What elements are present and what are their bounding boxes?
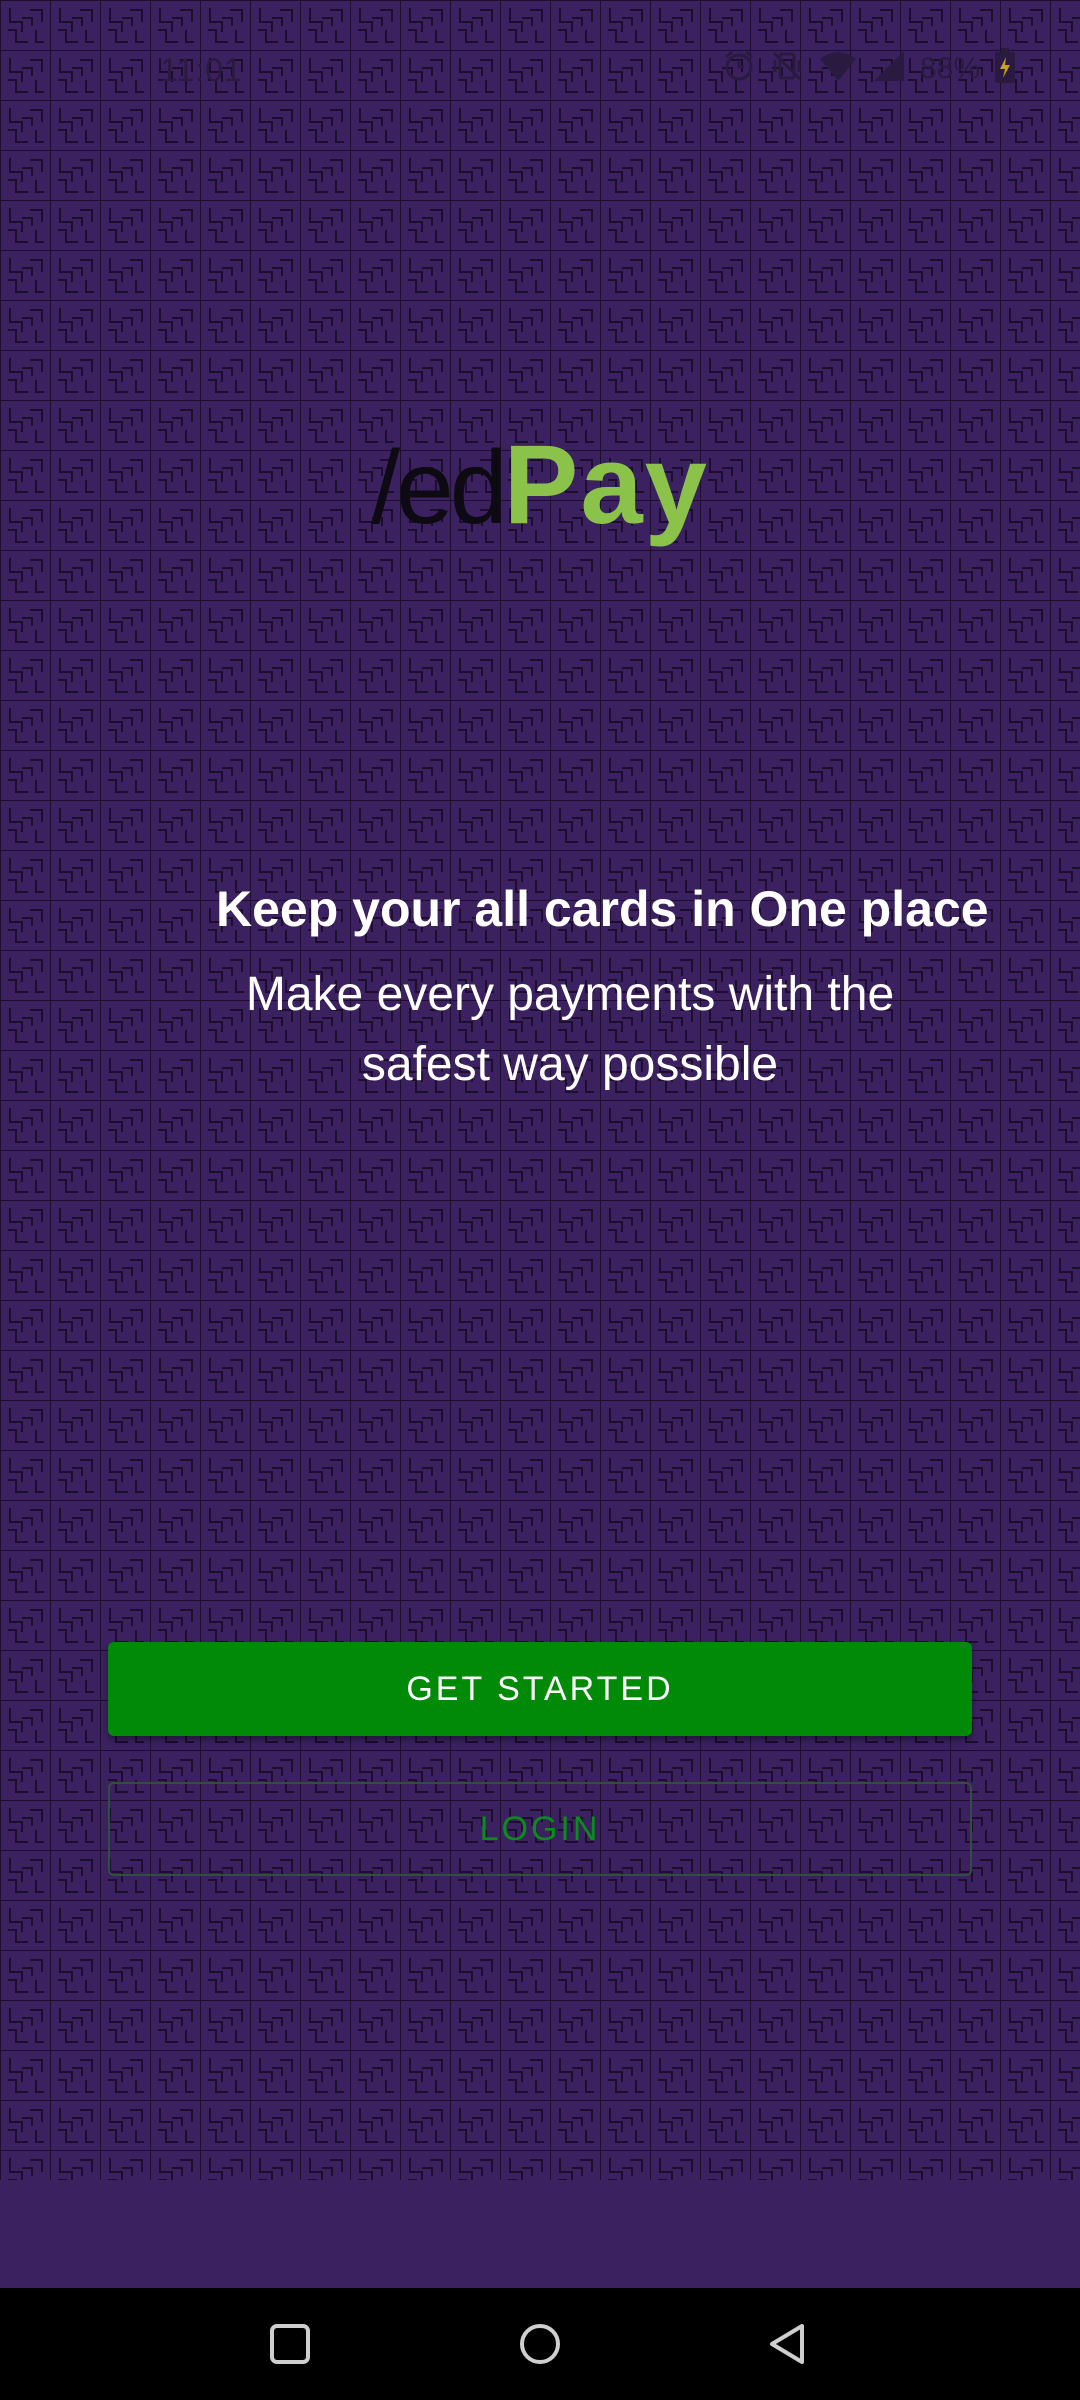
status-time: 11:01: [160, 52, 243, 88]
recent-apps-icon[interactable]: [250, 2308, 330, 2380]
navigation-bar: [0, 2288, 1080, 2400]
bottom-band: [0, 2180, 1080, 2288]
app-logo: /edPay: [0, 420, 1080, 549]
subline: Make every payments with the safest way …: [245, 968, 895, 1091]
back-icon[interactable]: [748, 2308, 828, 2380]
logo-prefix: /ed: [371, 430, 508, 546]
vibrate-icon: [770, 49, 804, 88]
get-started-button[interactable]: GET STARTED: [108, 1642, 972, 1736]
welcome-screen: 11:01 88% /edPay Keep your all cards in …: [0, 0, 1080, 2400]
alarm-icon: [722, 49, 756, 88]
logo-suffix: Pay: [503, 422, 709, 547]
login-button[interactable]: LOGIN: [108, 1782, 972, 1876]
home-icon[interactable]: [500, 2308, 580, 2380]
battery-charging-icon: [994, 48, 1016, 89]
signal-icon: [872, 49, 906, 88]
battery-percent: 88%: [919, 51, 980, 85]
status-bar: 11:01 88%: [0, 0, 1080, 110]
status-icons: 88%: [722, 48, 1016, 89]
headline: Keep your all cards in One place: [216, 881, 989, 937]
wifi-icon: [818, 49, 858, 88]
